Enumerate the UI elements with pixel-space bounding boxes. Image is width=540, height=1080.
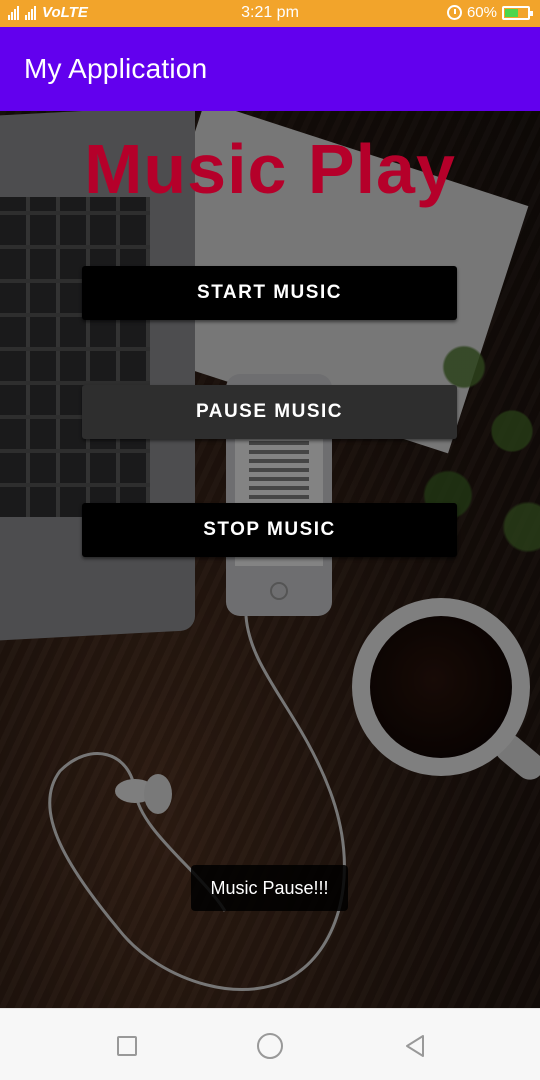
- battery-icon: [502, 5, 533, 20]
- main-content: Music Play START MUSIC PAUSE MUSIC STOP …: [0, 111, 540, 1008]
- start-music-button[interactable]: START MUSIC: [82, 266, 457, 320]
- pause-music-button[interactable]: PAUSE MUSIC: [82, 385, 457, 439]
- rotation-lock-icon: [446, 5, 462, 20]
- toast-message: Music Pause!!!: [191, 865, 348, 911]
- battery-percent: 60%: [466, 4, 497, 21]
- status-right: 60%: [446, 4, 533, 21]
- navigation-bar: [0, 1008, 540, 1080]
- status-bar: VoLTE 3:21 pm 60%: [0, 0, 540, 27]
- page-heading: Music Play: [84, 130, 456, 208]
- square-recent-icon[interactable]: [112, 1031, 142, 1061]
- circle-home-icon[interactable]: [255, 1031, 285, 1061]
- battery-fill: [505, 8, 519, 17]
- stop-music-button[interactable]: STOP MUSIC: [82, 503, 457, 557]
- triangle-back-icon[interactable]: [400, 1031, 430, 1061]
- app-title: My Application: [24, 53, 208, 84]
- app-bar: My Application: [0, 27, 540, 111]
